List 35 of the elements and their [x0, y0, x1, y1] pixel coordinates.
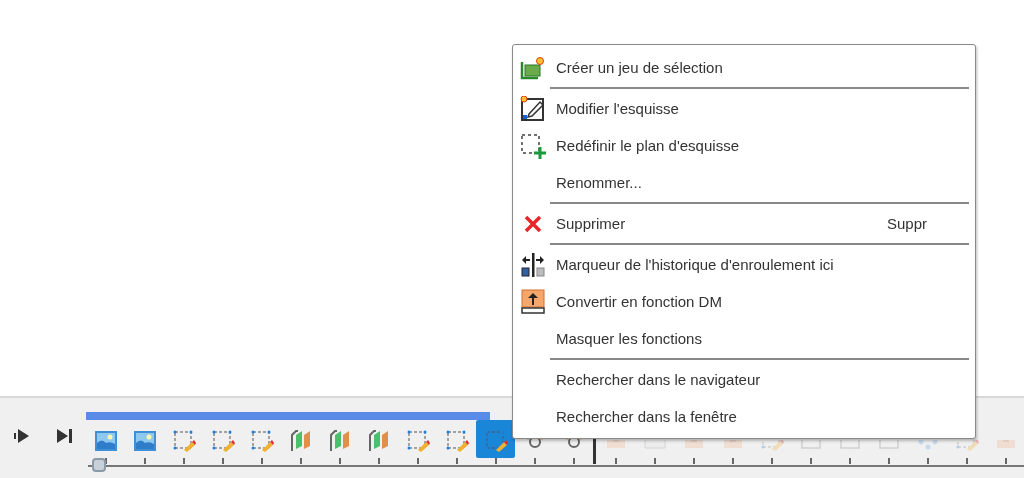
- sketch-pencil-icon: [171, 429, 196, 453]
- menu-item[interactable]: Rechercher dans la fenêtre: [513, 398, 975, 435]
- sketch-pencil-icon: [954, 440, 979, 452]
- sketch-pencil-icon: [444, 429, 469, 453]
- image-icon: [93, 429, 118, 453]
- sketch-pencil-icon: [483, 429, 508, 453]
- selection-set-icon: [520, 55, 546, 80]
- menu-item[interactable]: Créer un jeu de sélection: [513, 49, 975, 86]
- menu-item[interactable]: Convertir en fonction DM: [513, 283, 975, 320]
- panels-icon: [366, 429, 391, 453]
- image-icon: [132, 429, 157, 453]
- close-icon: [524, 214, 542, 233]
- timeline-start-handle[interactable]: [92, 458, 106, 472]
- menu-item[interactable]: Masquer les fonctions: [513, 320, 975, 357]
- panels-icon: [327, 429, 352, 453]
- sketch-pencil-icon: [759, 440, 784, 452]
- frame-icon: [798, 440, 823, 452]
- frame-icon: [837, 440, 862, 452]
- menu-item[interactable]: Marqueur de l'historique d'enroulement ici: [513, 246, 975, 283]
- frame-icon: [876, 440, 901, 452]
- menu-item[interactable]: Renommer...: [513, 164, 975, 201]
- marker-arrows-icon: [520, 251, 546, 278]
- edit-sketch-icon: [520, 95, 546, 122]
- sketch-pencil-icon: [249, 429, 274, 453]
- sketch-pencil-icon: [405, 429, 430, 453]
- menu-item[interactable]: Redéfinir le plan d'esquisse: [513, 127, 975, 164]
- dashed-square-plus-icon: [520, 132, 546, 159]
- menu-item[interactable]: Rechercher dans le navigateur: [513, 361, 975, 398]
- menu-item[interactable]: Modifier l'esquisse: [513, 90, 975, 127]
- go-to-end-button[interactable]: [54, 426, 74, 446]
- panels-icon: [288, 429, 313, 453]
- timeline-sketch-feature[interactable]: [476, 420, 515, 458]
- upload-arrow-icon: [520, 288, 546, 315]
- menu-item[interactable]: Supprimer Suppr: [513, 205, 975, 242]
- sketch-pencil-icon: [210, 429, 235, 453]
